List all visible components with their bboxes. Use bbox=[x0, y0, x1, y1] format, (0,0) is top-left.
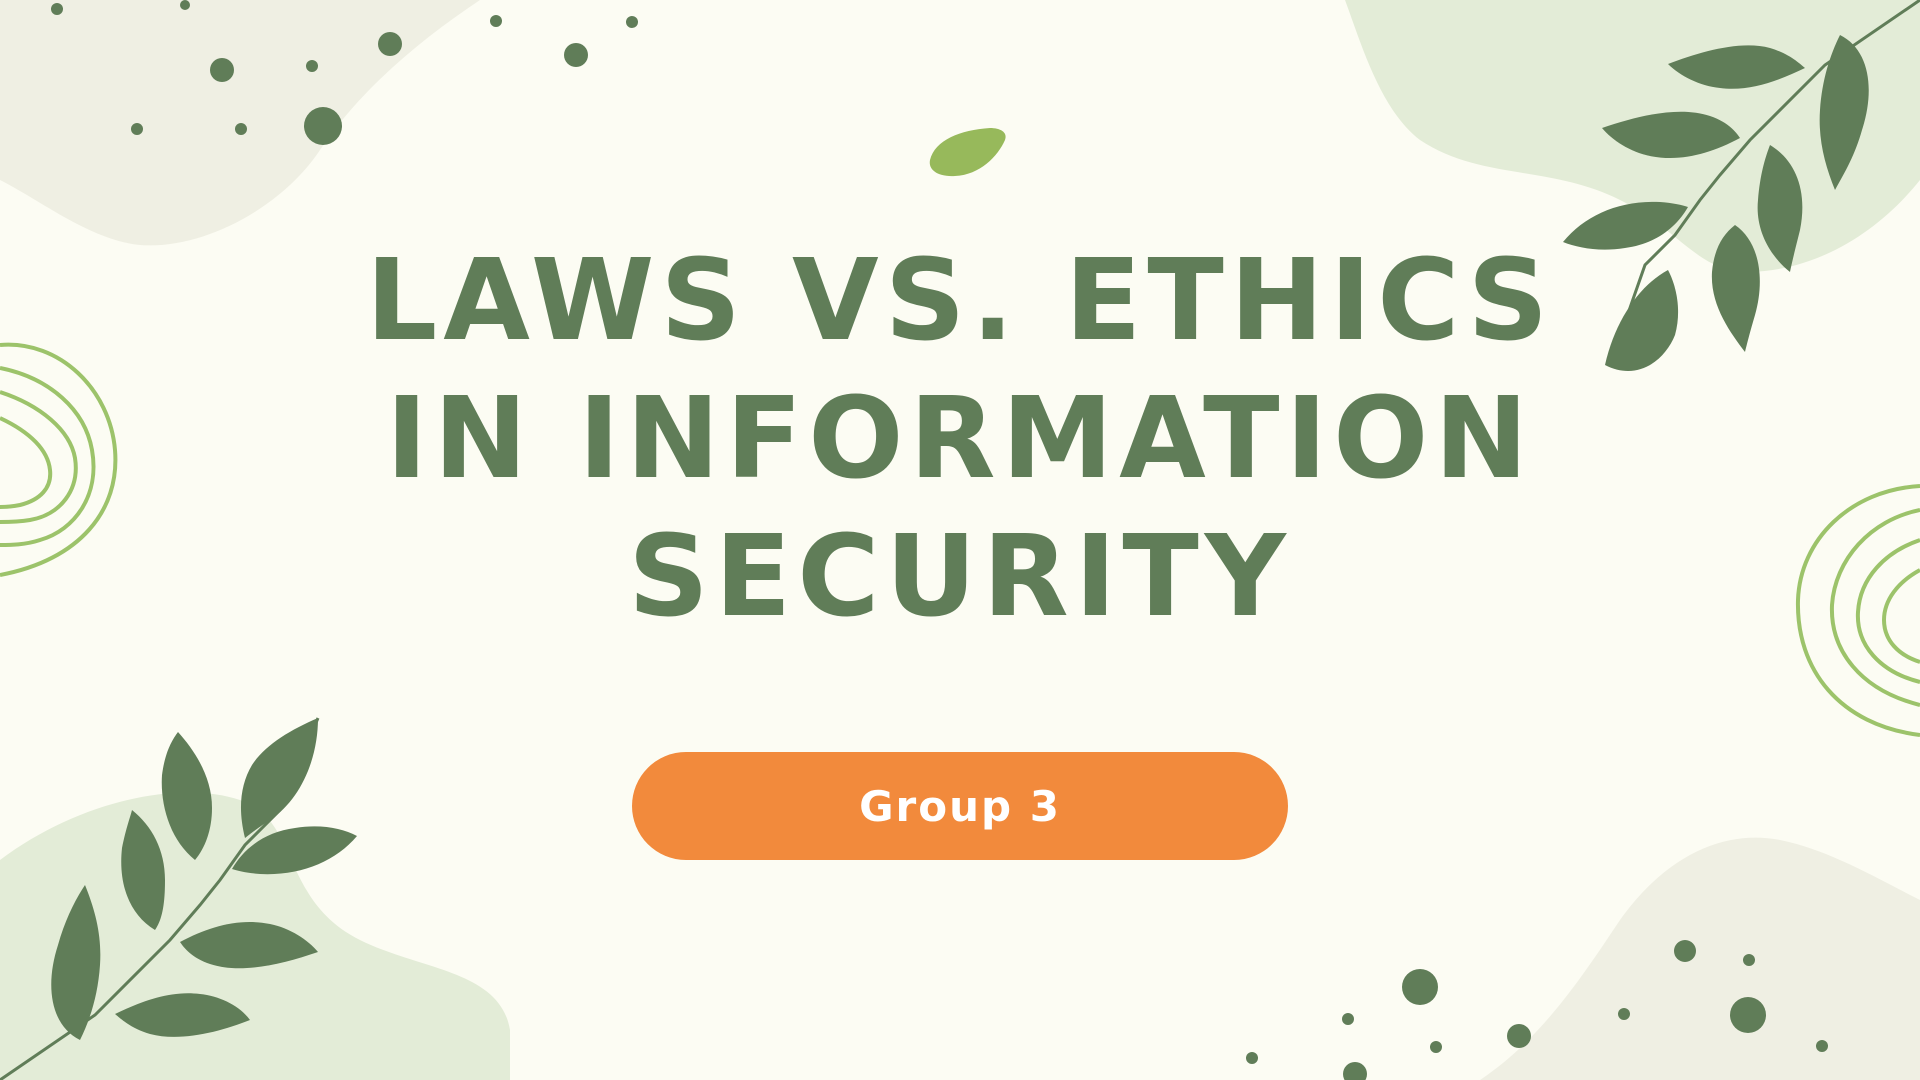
group-label-button[interactable]: Group 3 bbox=[632, 752, 1288, 860]
group-label-text: Group 3 bbox=[859, 781, 1061, 831]
slide-title: LAWS VS. ETHICS IN INFORMATION SECURITY bbox=[160, 232, 1760, 646]
accent-leaf-icon bbox=[929, 128, 1006, 177]
concentric-ring-icon-left bbox=[0, 342, 118, 577]
top-left-beige-blob bbox=[0, 0, 480, 246]
title-line-2: IN INFORMATION bbox=[385, 374, 1535, 504]
concentric-ring-icon-right bbox=[1795, 484, 1920, 737]
title-line-1: LAWS VS. ETHICS bbox=[365, 236, 1555, 366]
presentation-slide: LAWS VS. ETHICS IN INFORMATION SECURITY … bbox=[0, 0, 1920, 1080]
bottom-right-beige-blob bbox=[1480, 837, 1920, 1080]
title-line-3: SECURITY bbox=[628, 512, 1292, 642]
